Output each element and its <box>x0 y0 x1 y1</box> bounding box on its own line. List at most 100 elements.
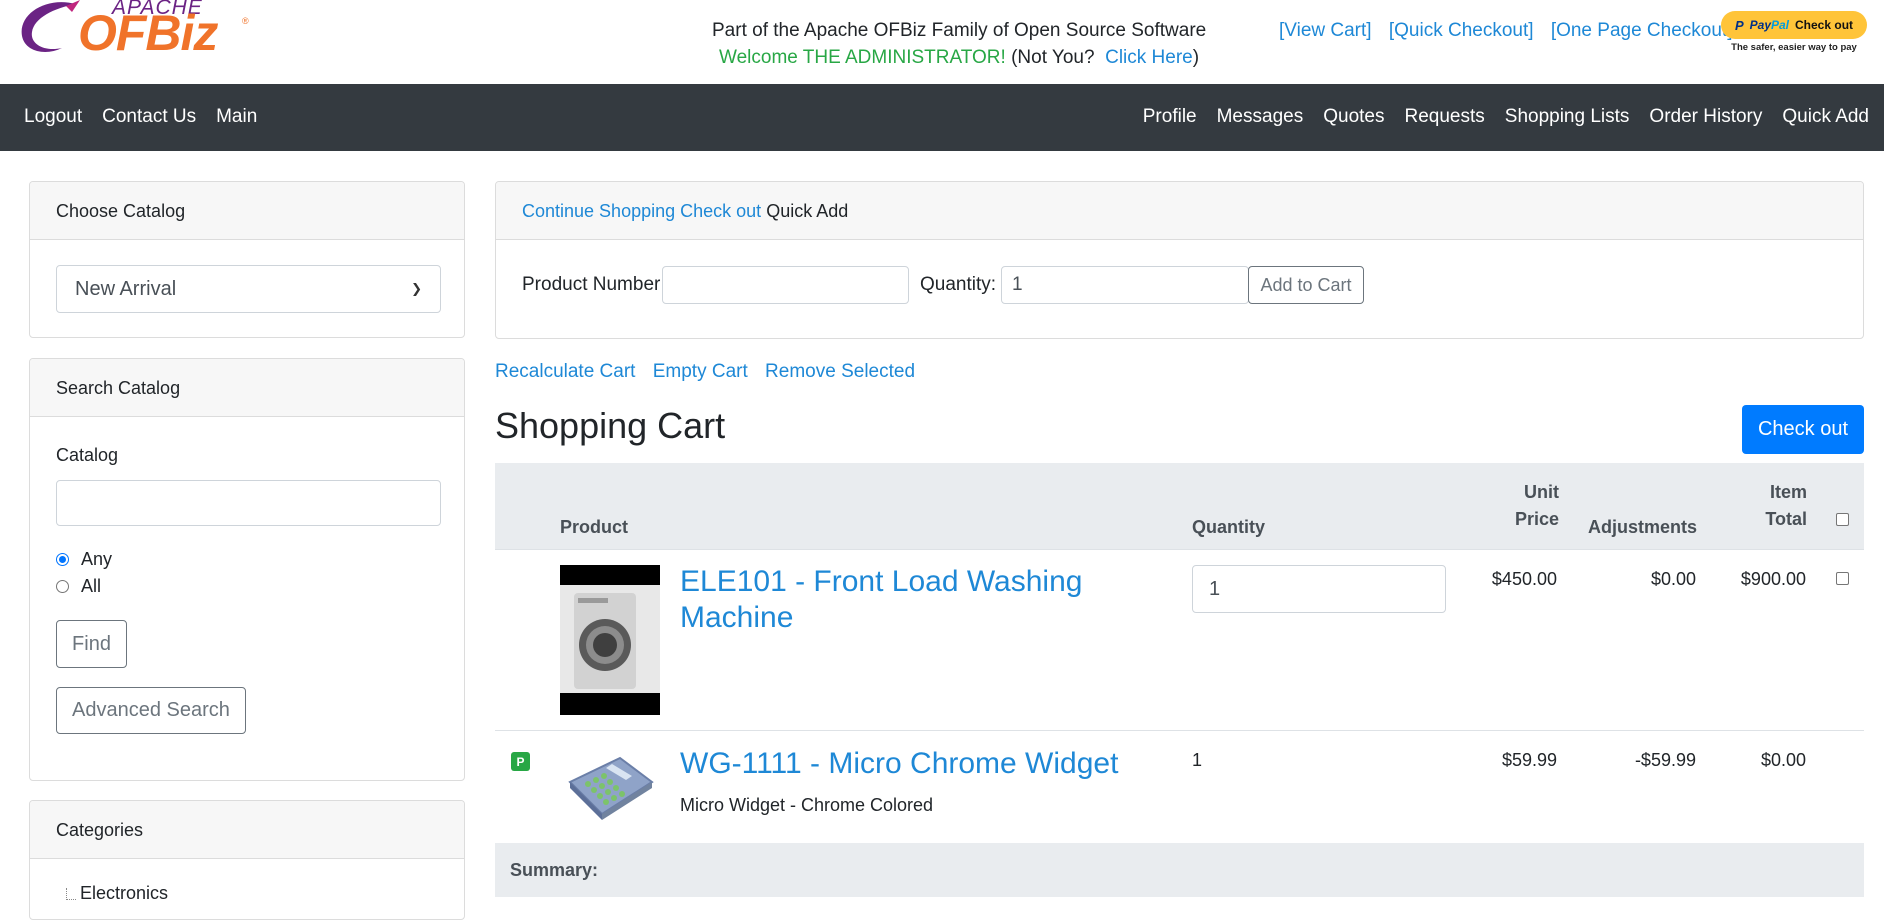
radio-all[interactable] <box>56 580 69 593</box>
search-catalog-title: Search Catalog <box>30 359 464 417</box>
recalculate-cart-link[interactable]: Recalculate Cart <box>495 361 635 382</box>
header-unit-price-2: Price <box>1514 509 1559 529</box>
row1-unit-price: $450.00 <box>1491 569 1557 589</box>
row2-quantity: 1 <box>1192 750 1203 770</box>
checkout-button[interactable]: Check out <box>1742 405 1864 454</box>
paypal-pay-text: Pay <box>1749 18 1771 32</box>
product-number-input[interactable] <box>662 266 909 304</box>
radio-any[interactable] <box>56 553 69 566</box>
paypal-button-body[interactable]: P PayPal Check out <box>1721 11 1867 39</box>
main-navbar: Logout Contact Us Main Profile Messages … <box>0 84 1884 151</box>
header-product: Product <box>560 517 629 537</box>
nav-profile[interactable]: Profile <box>1143 106 1197 128</box>
logo-ofbiz-text: OFBiz <box>78 5 218 61</box>
header-item-total-2: Total <box>1765 509 1807 529</box>
remove-selected-link[interactable]: Remove Selected <box>765 361 915 382</box>
select-all-checkbox[interactable] <box>1836 513 1849 526</box>
radio-any-row[interactable]: Any <box>56 549 112 570</box>
nav-order-history[interactable]: Order History <box>1649 106 1762 128</box>
category-label: Electronics <box>80 883 169 903</box>
family-tagline: Part of the Apache OFBiz Family of Open … <box>712 20 1207 41</box>
header-cart-links: [View Cart] [Quick Checkout] [One Page C… <box>1279 20 1744 42</box>
navbar-right: Profile Messages Quotes Requests Shoppin… <box>1143 106 1869 128</box>
nav-messages[interactable]: Messages <box>1217 106 1304 128</box>
header-unit-price-1: Unit <box>1524 482 1559 502</box>
radio-all-label: All <box>81 576 102 596</box>
catalog-select[interactable]: New Arrival ❯ <box>56 265 441 313</box>
row2-adjustments: -$59.99 <box>1634 750 1696 770</box>
product-link-ele101[interactable]: ELE101 - Front Load Washing Machine <box>680 564 1100 636</box>
row2-item-total: $0.00 <box>1760 750 1806 770</box>
row2-unit-price: $59.99 <box>1501 750 1557 770</box>
catalog-select-value: New Arrival <box>75 277 177 300</box>
not-you-text: (Not You? <box>1005 47 1106 68</box>
continue-shopping-link[interactable]: Continue Shopping <box>522 201 675 221</box>
row1-quantity-input[interactable]: 1 <box>1192 565 1446 613</box>
choose-catalog-card: Choose Catalog New Arrival ❯ <box>29 181 465 338</box>
row2-description: Micro Widget - Chrome Colored <box>680 795 934 815</box>
navbar-left: Logout Contact Us Main <box>24 106 257 128</box>
add-to-cart-button[interactable]: Add to Cart <box>1248 266 1364 304</box>
product-name-line2: Machine <box>680 601 794 634</box>
promo-badge: P <box>511 752 530 771</box>
row1-item-total: $900.00 <box>1740 569 1806 589</box>
choose-catalog-title: Choose Catalog <box>30 182 464 240</box>
radio-any-label: Any <box>81 549 113 569</box>
categories-title: Categories <box>30 801 464 859</box>
welcome-message: Welcome THE ADMINISTRATOR! <box>719 47 1006 68</box>
washing-machine-icon <box>560 585 660 693</box>
paypal-pal-text: Pal <box>1771 18 1790 32</box>
catalog-search-label: Catalog <box>56 445 119 465</box>
quick-add-checkout-link[interactable]: Check out <box>680 201 761 221</box>
ofbiz-logo[interactable]: APACHE OFBiz ® <box>16 0 256 62</box>
nav-logout[interactable]: Logout <box>24 106 82 128</box>
cart-actions: Recalculate Cart Empty Cart Remove Selec… <box>495 361 927 383</box>
nav-requests[interactable]: Requests <box>1404 106 1484 128</box>
nav-contact-us[interactable]: Contact Us <box>102 106 196 128</box>
shopping-cart-title: Shopping Cart <box>495 405 726 446</box>
view-cart-link[interactable]: [View Cart] <box>1279 20 1372 41</box>
paypal-checkout-button[interactable]: P PayPal Check out The safer, easier way… <box>1721 11 1867 53</box>
quick-add-header: Continue Shopping Check out Quick Add <box>496 182 1863 240</box>
quick-add-quantity-input[interactable]: 1 <box>1001 266 1249 304</box>
tree-branch-icon <box>66 888 76 900</box>
advanced-search-button[interactable]: Advanced Search <box>56 687 246 734</box>
catalog-search-input[interactable] <box>56 480 441 526</box>
row-separator <box>495 730 1864 731</box>
header-item-total-1: Item <box>1769 482 1807 502</box>
welcome-line: Welcome THE ADMINISTRATOR! (Not You? Cli… <box>719 47 1199 69</box>
quick-add-card: Continue Shopping Check out Quick Add Pr… <box>495 181 1864 339</box>
product-number-label: Product Number <box>522 274 661 295</box>
paypal-p-icon: P <box>1734 17 1744 33</box>
nav-quotes[interactable]: Quotes <box>1323 106 1384 128</box>
empty-cart-link[interactable]: Empty Cart <box>653 361 748 382</box>
product-name-line1: ELE101 - Front Load Washing <box>680 565 1083 598</box>
click-here-link[interactable]: Click Here <box>1105 47 1193 68</box>
nav-quick-add[interactable]: Quick Add <box>1782 106 1869 128</box>
row1-select-checkbox[interactable] <box>1836 572 1849 585</box>
find-button[interactable]: Find <box>56 620 127 668</box>
nav-main[interactable]: Main <box>216 106 257 128</box>
page-header: APACHE OFBiz ® Part of the Apache OFBiz … <box>0 0 1884 84</box>
washing-machine-image[interactable] <box>560 565 660 715</box>
quick-add-title: Quick Add <box>766 201 849 221</box>
close-paren: ) <box>1192 47 1200 68</box>
header-quantity: Quantity <box>1192 517 1266 537</box>
nav-shopping-lists[interactable]: Shopping Lists <box>1505 106 1630 128</box>
paypal-tagline: The safer, easier way to pay <box>1731 42 1857 53</box>
paypal-wordmark: PayPal <box>1750 18 1789 32</box>
one-page-checkout-link[interactable]: [One Page Checkout] <box>1551 20 1733 41</box>
calculator-icon <box>568 756 654 820</box>
search-catalog-card: Search Catalog Catalog Any All Find Adva… <box>29 358 465 781</box>
quick-checkout-link[interactable]: [Quick Checkout] <box>1389 20 1534 41</box>
logo-swoosh-icon <box>21 0 80 52</box>
summary-label: Summary: <box>510 860 599 880</box>
radio-all-row[interactable]: All <box>56 576 101 597</box>
row1-adjustments: $0.00 <box>1650 569 1696 589</box>
categories-card: Categories Electronics <box>29 800 465 920</box>
micro-widget-image[interactable] <box>560 752 660 822</box>
category-electronics[interactable]: Electronics <box>66 883 168 904</box>
product-link-wg1111[interactable]: WG-1111 - Micro Chrome Widget <box>680 746 1118 782</box>
chevron-down-icon: ❯ <box>411 281 422 296</box>
quantity-label: Quantity: <box>920 274 997 295</box>
